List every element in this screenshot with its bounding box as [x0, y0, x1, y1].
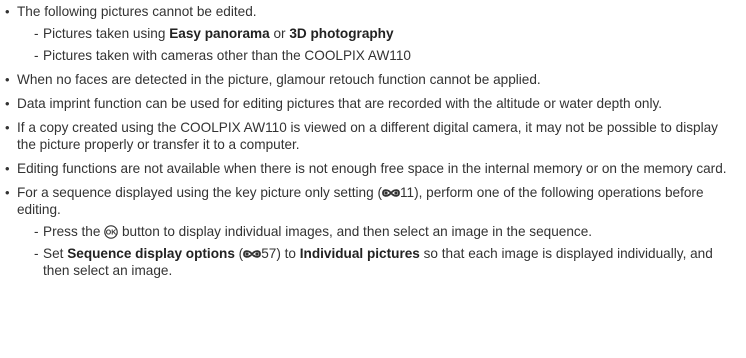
list-item: • For a sequence displayed using the key… — [0, 184, 738, 279]
ok-button-icon: OK — [104, 225, 119, 239]
sub-text: 57) to — [261, 246, 300, 261]
setting-value: Individual pictures — [299, 246, 420, 261]
sub-text: Pictures taken using — [43, 26, 170, 41]
list-item: • Data imprint function can be used for … — [0, 95, 738, 112]
bullet-icon: • — [5, 96, 10, 111]
item-text: Editing functions are not available when… — [17, 161, 727, 176]
sub-item: - Press the OK button to display individ… — [17, 223, 738, 240]
sub-text: ( — [234, 246, 244, 261]
sub-item: - Set Sequence display options (57) to I… — [17, 245, 738, 279]
list-item: • If a copy created using the COOLPIX AW… — [0, 119, 738, 153]
reference-link-icon — [243, 250, 262, 258]
bullet-icon: • — [5, 72, 10, 87]
list-item: • Editing functions are not available wh… — [0, 160, 738, 177]
item-text: For a sequence displayed using the key p… — [17, 185, 382, 200]
dash-icon: - — [34, 224, 39, 239]
list-item: • The following pictures cannot be edite… — [0, 3, 738, 64]
sub-text: or — [269, 26, 290, 41]
sub-text: Press the — [43, 224, 105, 239]
item-text: If a copy created using the COOLPIX AW11… — [17, 120, 718, 152]
setting-name: Sequence display options — [67, 246, 235, 261]
svg-text:OK: OK — [106, 230, 117, 237]
reference-link-icon — [382, 189, 400, 197]
sub-item: - Pictures taken with cameras other than… — [17, 47, 738, 64]
bullet-icon: • — [5, 120, 10, 135]
sub-text: Pictures taken with cameras other than t… — [43, 48, 411, 63]
sub-text: button to display individual images, and… — [118, 224, 593, 239]
bullet-icon: • — [5, 161, 10, 176]
item-text: The following pictures cannot be edited. — [17, 4, 257, 19]
dash-icon: - — [34, 26, 39, 41]
list-item: • When no faces are detected in the pict… — [0, 71, 738, 88]
feature-name: Easy panorama — [169, 26, 270, 41]
dash-icon: - — [34, 246, 39, 261]
item-text: Data imprint function can be used for ed… — [17, 96, 663, 111]
manual-page: • The following pictures cannot be edite… — [0, 0, 746, 358]
item-text: When no faces are detected in the pictur… — [17, 72, 541, 87]
sub-item: - Pictures taken using Easy panorama or … — [17, 25, 738, 42]
dash-icon: - — [34, 48, 39, 63]
sub-text: Set — [43, 246, 68, 261]
bullet-icon: • — [5, 185, 10, 200]
feature-name: 3D photography — [289, 26, 394, 41]
bullet-icon: • — [5, 4, 10, 19]
